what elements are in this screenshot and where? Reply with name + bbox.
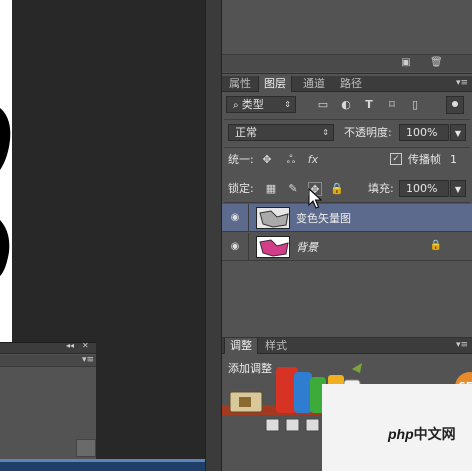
toggle-dot-icon [452, 101, 458, 107]
layer-name[interactable]: 变色矢量图 [296, 210, 351, 226]
mouse-cursor-icon [308, 188, 322, 209]
divider [224, 119, 470, 120]
blend-row: 正常 ⇕ 不透明度: 100% ▼ [222, 124, 472, 144]
layer-row[interactable]: ◉ 变色矢量图 [222, 204, 472, 232]
layer-thumbnail [256, 236, 290, 258]
unify-visibility-icon[interactable]: ஃ [284, 153, 298, 167]
lock-label: 锁定: [228, 182, 254, 195]
new-layer-icon[interactable]: ▣ [400, 57, 412, 69]
smart-object-filter-icon[interactable]: ▯ [408, 98, 422, 112]
collapse-icon[interactable]: ◂◂ [66, 341, 74, 350]
vector-artwork [0, 108, 11, 276]
tab-styles[interactable]: 样式 [260, 338, 292, 354]
type-filter-icon[interactable]: T [362, 98, 376, 112]
bottom-panel-header: ◂◂ ✕ [0, 341, 96, 354]
layer-thumbnail-art [257, 208, 289, 228]
filter-toggle[interactable] [446, 96, 464, 114]
opacity-field[interactable]: 100% [399, 124, 449, 141]
chevron-updown-icon: ⇕ [322, 128, 329, 137]
chevron-down-icon: ▼ [454, 185, 462, 194]
opacity-value: 100% [406, 126, 438, 139]
blend-mode-dropdown[interactable]: 正常 ⇕ [228, 124, 334, 141]
layer-row[interactable]: ◉ 背景 🔒 [222, 233, 472, 261]
image-filter-icon[interactable]: ▭ [316, 98, 330, 112]
propagate-label: 传播帧 [408, 153, 441, 166]
trash-icon[interactable]: 🗑 [430, 57, 443, 69]
fill-value: 100% [406, 182, 438, 195]
document-canvas[interactable] [0, 0, 12, 342]
divider [248, 204, 249, 232]
propagate-value: 1 [450, 153, 457, 166]
filter-kind-dropdown[interactable]: ⌕ 类型 ⇕ [226, 96, 296, 113]
scrollbar-thumb[interactable] [76, 439, 96, 457]
fill-field[interactable]: 100% [399, 180, 449, 197]
unify-position-icon[interactable]: ✥ [260, 153, 274, 167]
eye-icon[interactable]: ◉ [228, 240, 242, 254]
layer-name[interactable]: 背景 [296, 239, 318, 255]
unify-row: 统一: ✥ ஃ fx ✓ 传播帧 1 [222, 151, 472, 171]
bottom-panel-toolbar: ▾≡ [0, 355, 96, 367]
propagate-checkbox[interactable]: ✓ [390, 153, 402, 165]
panel-menu-icon[interactable]: ▾≡ [456, 340, 468, 350]
lock-all-icon[interactable]: 🔒 [330, 182, 344, 196]
adjust-tabbar: 调整 样式 ▾≡ [222, 338, 472, 354]
fill-dropdown-button[interactable]: ▼ [450, 180, 466, 197]
bottom-panel: ◂◂ ✕ ▾≡ [0, 341, 96, 471]
tab-paths[interactable]: 路径 [335, 76, 367, 92]
close-icon[interactable]: ✕ [82, 341, 89, 350]
tab-properties[interactable]: 属性 [224, 76, 256, 92]
opacity-dropdown-button[interactable]: ▼ [450, 124, 466, 141]
layer-thumbnail [256, 207, 290, 229]
unify-label: 统一: [228, 153, 254, 166]
lock-transparent-icon[interactable]: ▦ [264, 182, 278, 196]
layer-thumbnail-art [257, 237, 289, 257]
layers-tabbar: 属性 图层 通道 路径 ▾≡ [222, 76, 472, 92]
chevron-updown-icon: ⇕ [284, 100, 291, 109]
lock-brush-icon[interactable]: ✎ [286, 182, 300, 196]
taskbar [0, 459, 205, 471]
lock-row: 锁定: ▦ ✎ ✥ 🔒 填充: 100% ▼ [222, 180, 472, 200]
canvas-workspace[interactable]: ◂◂ ✕ ▾≡ [0, 0, 205, 471]
divider [224, 202, 470, 203]
filter-kind-label: 类型 [241, 98, 264, 111]
blend-mode-value: 正常 [235, 126, 257, 139]
shape-filter-icon[interactable]: ⌑ [385, 98, 399, 112]
chevron-down-icon: ▼ [454, 129, 462, 138]
search-icon: ⌕ [233, 100, 242, 111]
watermark-suffix: 中文网 [413, 426, 456, 442]
tab-channels[interactable]: 通道 [298, 76, 330, 92]
watermark: php中文网 [322, 384, 472, 471]
filter-row: ⌕ 类型 ⇕ ▭ ◐ T ⌑ ▯ [222, 96, 472, 116]
divider [248, 233, 249, 261]
layers-panel: ⌕ 类型 ⇕ ▭ ◐ T ⌑ ▯ 正常 ⇕ 不透明度: 100% ▼ 统一: ✥… [222, 93, 472, 353]
tab-layers[interactable]: 图层 [258, 76, 292, 92]
panel-menu-icon[interactable]: ▾≡ [456, 78, 468, 88]
panel-menu-icon[interactable]: ▾≡ [82, 355, 94, 365]
tab-adjustments[interactable]: 调整 [224, 338, 258, 354]
opacity-label: 不透明度: [344, 126, 392, 139]
adjustment-filter-icon[interactable]: ◐ [339, 98, 353, 112]
divider [224, 147, 470, 148]
panel-dock-divider[interactable] [205, 0, 222, 471]
fill-label: 填充: [368, 182, 394, 195]
top-panel-footer: ▣ 🗑 [222, 54, 472, 72]
unify-style-icon[interactable]: fx [306, 153, 320, 167]
eye-icon[interactable]: ◉ [228, 211, 242, 225]
lock-icon: 🔒 [429, 240, 442, 251]
top-panel: ▣ 🗑 [222, 0, 472, 74]
watermark-brand: php [388, 426, 414, 442]
watermark-logo: php中文网 [388, 424, 456, 444]
